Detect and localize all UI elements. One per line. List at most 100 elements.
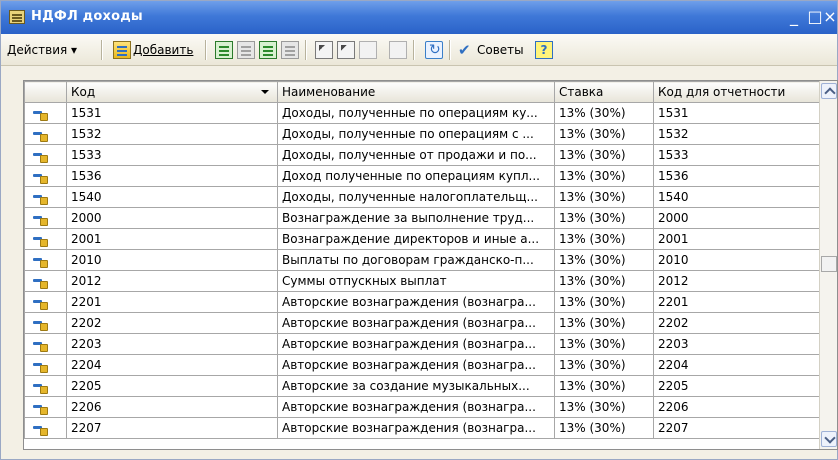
- help-button[interactable]: ?: [535, 41, 553, 59]
- cell-code[interactable]: 2204: [66, 354, 278, 376]
- cell-name[interactable]: Авторские вознаграждения (вознагра...: [277, 312, 555, 334]
- cell-code[interactable]: 2207: [66, 417, 278, 439]
- table-row[interactable]: 2206 Авторские вознаграждения (вознагра..…: [24, 396, 820, 418]
- add-icon[interactable]: [113, 41, 131, 59]
- refresh-icon[interactable]: [425, 40, 443, 60]
- cell-report-code[interactable]: 2001: [653, 228, 820, 250]
- cell-code[interactable]: 1536: [66, 165, 278, 187]
- cell-report-code[interactable]: 2205: [653, 375, 820, 397]
- table-row[interactable]: 1533 Доходы, полученные от продажи и по..…: [24, 144, 820, 166]
- cell-rate[interactable]: 13% (30%): [554, 291, 654, 313]
- table-row[interactable]: 2204 Авторские вознаграждения (вознагра..…: [24, 354, 820, 376]
- filter-history-icon[interactable]: [359, 41, 377, 59]
- table-row[interactable]: 2001 Вознаграждение директоров и иные а..…: [24, 228, 820, 250]
- cell-name[interactable]: Доход полученные по операциям купл...: [277, 165, 555, 187]
- row-icon-cell[interactable]: [24, 333, 67, 355]
- title-bar[interactable]: НДФЛ доходы _ □ ×: [1, 1, 837, 34]
- table-row[interactable]: 2205 Авторские за создание музыкальных...…: [24, 375, 820, 397]
- row-icon-cell[interactable]: [24, 270, 67, 292]
- table-row[interactable]: 1532 Доходы, полученные по операциям с ..…: [24, 123, 820, 145]
- cell-rate[interactable]: 13% (30%): [554, 207, 654, 229]
- table-row[interactable]: 2202 Авторские вознаграждения (вознагра..…: [24, 312, 820, 334]
- cell-name[interactable]: Суммы отпускных выплат: [277, 270, 555, 292]
- cell-code[interactable]: 2010: [66, 249, 278, 271]
- cell-report-code[interactable]: 2201: [653, 291, 820, 313]
- row-icon-cell[interactable]: [24, 102, 67, 124]
- filter-icon[interactable]: [315, 41, 333, 59]
- cell-rate[interactable]: 13% (30%): [554, 165, 654, 187]
- edit-icon[interactable]: [259, 41, 277, 59]
- cell-report-code[interactable]: 2010: [653, 249, 820, 271]
- cell-code[interactable]: 1532: [66, 123, 278, 145]
- cell-code[interactable]: 2001: [66, 228, 278, 250]
- cell-report-code[interactable]: 1533: [653, 144, 820, 166]
- cell-name[interactable]: Доходы, полученные по операциям ку...: [277, 102, 555, 124]
- table-row[interactable]: 2207 Авторские вознаграждения (вознагра..…: [24, 417, 820, 439]
- cell-name[interactable]: Вознаграждение за выполнение труд...: [277, 207, 555, 229]
- row-icon-cell[interactable]: [24, 144, 67, 166]
- cell-rate[interactable]: 13% (30%): [554, 375, 654, 397]
- cell-rate[interactable]: 13% (30%): [554, 396, 654, 418]
- column-header-code[interactable]: Код: [66, 81, 278, 103]
- scroll-thumb[interactable]: [821, 256, 837, 272]
- column-header-report-code[interactable]: Код для отчетности: [653, 81, 820, 103]
- clear-filter-icon[interactable]: [389, 41, 407, 59]
- cell-code[interactable]: 2206: [66, 396, 278, 418]
- cell-code[interactable]: 2205: [66, 375, 278, 397]
- cell-name[interactable]: Авторские за создание музыкальных...: [277, 375, 555, 397]
- cell-report-code[interactable]: 2000: [653, 207, 820, 229]
- close-button[interactable]: ×: [823, 7, 837, 27]
- row-icon-cell[interactable]: [24, 375, 67, 397]
- table-row[interactable]: 2201 Авторские вознаграждения (вознагра..…: [24, 291, 820, 313]
- cell-rate[interactable]: 13% (30%): [554, 249, 654, 271]
- tips-button[interactable]: Советы: [477, 40, 524, 60]
- vertical-scrollbar[interactable]: [819, 81, 837, 449]
- cell-rate[interactable]: 13% (30%): [554, 312, 654, 334]
- cell-name[interactable]: Авторские вознаграждения (вознагра...: [277, 333, 555, 355]
- filter-value-icon[interactable]: [337, 41, 355, 59]
- add-group-icon[interactable]: [215, 41, 233, 59]
- row-icon-cell[interactable]: [24, 354, 67, 376]
- cell-report-code[interactable]: 2012: [653, 270, 820, 292]
- table-row[interactable]: 2203 Авторские вознаграждения (вознагра..…: [24, 333, 820, 355]
- cell-name[interactable]: Выплаты по договорам гражданско-п...: [277, 249, 555, 271]
- cell-name[interactable]: Авторские вознаграждения (вознагра...: [277, 354, 555, 376]
- cell-rate[interactable]: 13% (30%): [554, 144, 654, 166]
- row-icon-cell[interactable]: [24, 396, 67, 418]
- row-icon-cell[interactable]: [24, 186, 67, 208]
- cell-rate[interactable]: 13% (30%): [554, 417, 654, 439]
- cell-rate[interactable]: 13% (30%): [554, 123, 654, 145]
- cell-report-code[interactable]: 2203: [653, 333, 820, 355]
- scroll-up-button[interactable]: [821, 83, 837, 99]
- cell-report-code[interactable]: 1536: [653, 165, 820, 187]
- row-icon-cell[interactable]: [24, 291, 67, 313]
- table-row[interactable]: 2012 Суммы отпускных выплат 13% (30%) 2012: [24, 270, 820, 292]
- row-icon-cell[interactable]: [24, 123, 67, 145]
- cell-code[interactable]: 1531: [66, 102, 278, 124]
- table-row[interactable]: 1531 Доходы, полученные по операциям ку..…: [24, 102, 820, 124]
- scroll-down-button[interactable]: [821, 431, 837, 447]
- cell-name[interactable]: Вознаграждение директоров и иные а...: [277, 228, 555, 250]
- cell-report-code[interactable]: 1531: [653, 102, 820, 124]
- cell-name[interactable]: Доходы, полученные от продажи и по...: [277, 144, 555, 166]
- cell-report-code[interactable]: 2202: [653, 312, 820, 334]
- cell-report-code[interactable]: 2207: [653, 417, 820, 439]
- row-icon-cell[interactable]: [24, 312, 67, 334]
- table-row[interactable]: 2010 Выплаты по договорам гражданско-п...…: [24, 249, 820, 271]
- cell-rate[interactable]: 13% (30%): [554, 333, 654, 355]
- cell-report-code[interactable]: 1532: [653, 123, 820, 145]
- add-button[interactable]: Добавить: [133, 40, 193, 60]
- row-icon-cell[interactable]: [24, 207, 67, 229]
- table-row[interactable]: 2000 Вознаграждение за выполнение труд...…: [24, 207, 820, 229]
- cell-rate[interactable]: 13% (30%): [554, 270, 654, 292]
- row-icon-cell[interactable]: [24, 417, 67, 439]
- cell-report-code[interactable]: 1540: [653, 186, 820, 208]
- cell-code[interactable]: 2201: [66, 291, 278, 313]
- cell-code[interactable]: 2203: [66, 333, 278, 355]
- table-row[interactable]: 1536 Доход полученные по операциям купл..…: [24, 165, 820, 187]
- tips-icon[interactable]: [457, 40, 475, 60]
- minimize-button[interactable]: _: [783, 7, 805, 27]
- column-header-name[interactable]: Наименование: [277, 81, 555, 103]
- cell-rate[interactable]: 13% (30%): [554, 228, 654, 250]
- cell-name[interactable]: Доходы, полученные налогоплательщ...: [277, 186, 555, 208]
